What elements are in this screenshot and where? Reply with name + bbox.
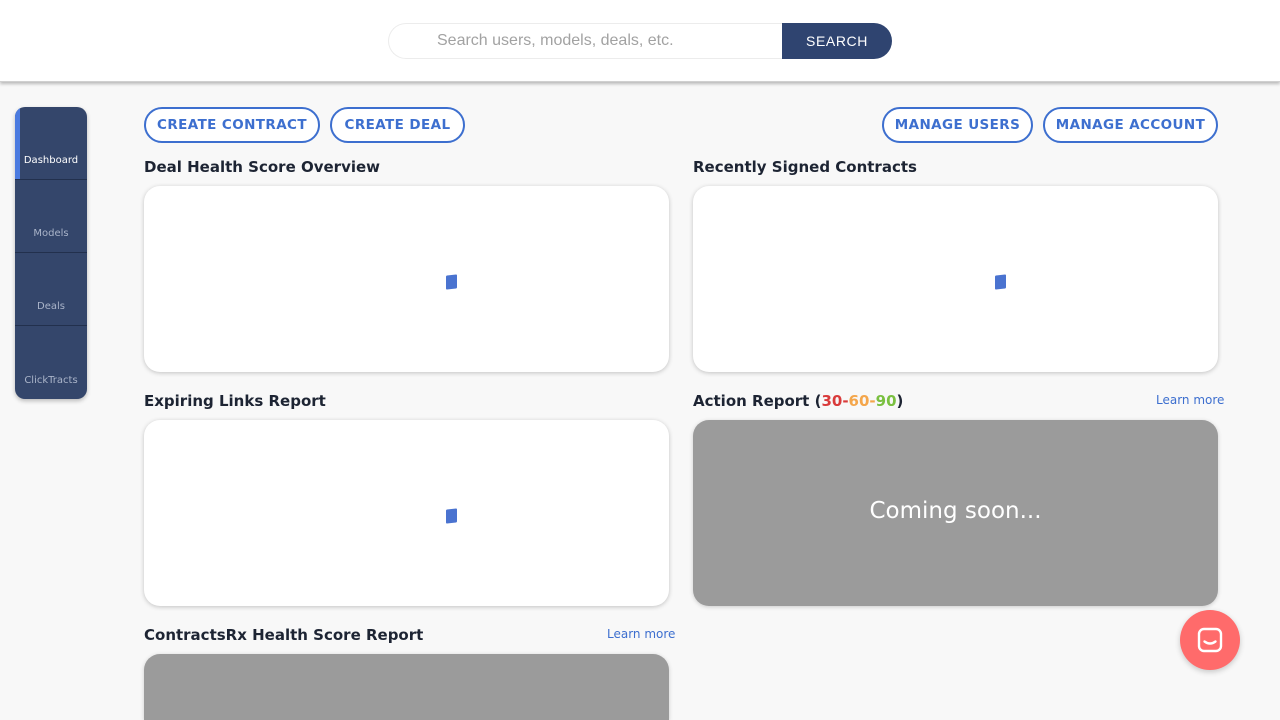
contractsrx-card [144,654,669,720]
manage-users-button[interactable]: MANAGE USERS [882,107,1033,143]
chat-bubble-icon [1197,627,1223,653]
deal-health-title: Deal Health Score Overview [144,158,381,176]
sidebar-item-label: Models [33,228,69,239]
sidebar-item-label: Deals [37,301,65,312]
sidebar-item-deals[interactable]: Deals [15,253,87,326]
manage-account-button[interactable]: MANAGE ACCOUNT [1043,107,1218,143]
action-report-title-suffix: ) [896,392,904,410]
create-contract-button[interactable]: CREATE CONTRACT [144,107,320,143]
create-deal-button[interactable]: CREATE DEAL [330,107,465,143]
search-bar: SEARCH [388,23,892,59]
top-bar: SEARCH [0,0,1280,82]
recently-signed-card [693,186,1218,372]
coming-soon-text: Coming soon... [869,498,1042,524]
expiring-links-card [144,420,669,606]
action-report-learn-more-link[interactable]: Learn more [1156,393,1224,407]
sidebar-nav: Dashboard Models Deals ClickTracts [15,107,87,399]
action-report-card: Coming soon... [693,420,1218,606]
deal-health-card [144,186,669,372]
action-report-title-prefix: Action Report ( [693,392,822,410]
chat-launcher-button[interactable] [1180,610,1240,670]
sidebar-item-dashboard[interactable]: Dashboard [15,107,87,180]
sidebar-item-label: ClickTracts [24,375,78,386]
loading-spinner-icon [446,274,457,290]
range-30-label: 30 [821,392,843,410]
sidebar-item-models[interactable]: Models [15,180,87,253]
action-report-title: Action Report (30-60-90) [693,392,903,410]
loading-spinner-icon [446,508,457,524]
range-60-label: 60 [848,392,870,410]
expiring-links-title: Expiring Links Report [144,392,326,410]
loading-spinner-icon [995,274,1006,290]
sidebar-item-clicktracts[interactable]: ClickTracts [15,326,87,399]
contractsrx-title: ContractsRx Health Score Report [144,626,424,644]
search-button[interactable]: SEARCH [782,23,892,59]
sidebar-item-label: Dashboard [23,155,79,166]
recently-signed-title: Recently Signed Contracts [693,158,917,176]
contractsrx-learn-more-link[interactable]: Learn more [607,627,675,641]
range-90-label: 90 [875,392,897,410]
search-input[interactable] [388,23,782,59]
